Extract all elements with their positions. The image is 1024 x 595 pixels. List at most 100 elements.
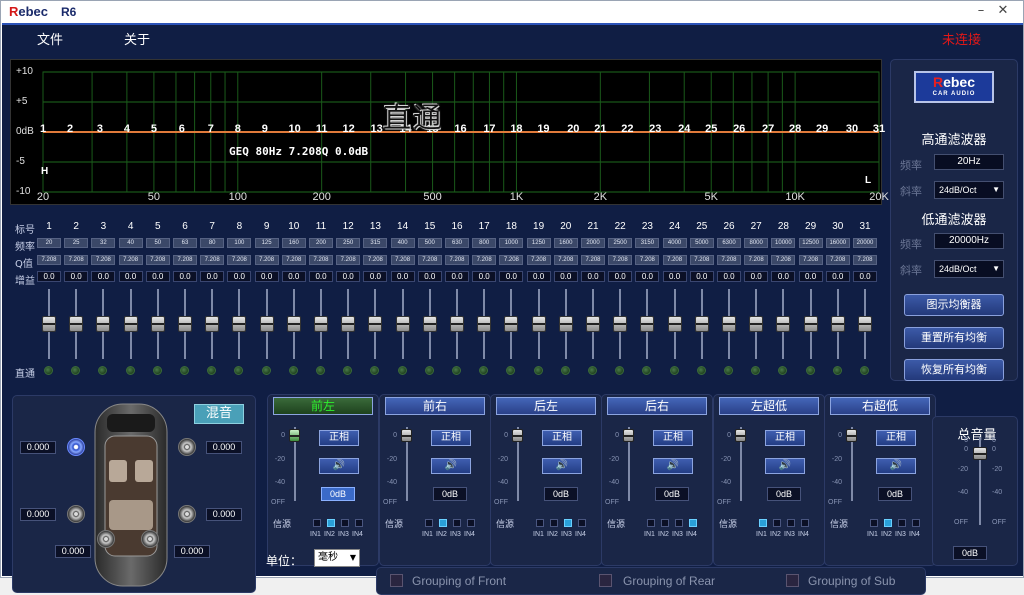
band-gain-field[interactable]: 0.0 xyxy=(608,271,633,282)
band-slider-knob[interactable] xyxy=(749,316,764,332)
input-select-checkbox[interactable] xyxy=(801,519,809,527)
channel-gain-field[interactable]: 0dB xyxy=(878,487,912,501)
band-bypass-led[interactable] xyxy=(125,366,135,375)
band-point-label[interactable]: 21 xyxy=(594,123,606,135)
band-slider-knob[interactable] xyxy=(776,316,791,332)
band-q-field[interactable]: 7.208 xyxy=(145,255,170,265)
band-bypass-led[interactable] xyxy=(98,366,108,375)
eq-curve-graph[interactable]: +10 +5 0dB -5 -10 20 50 100 200 500 1K 2K 5K 10K 20K … xyxy=(10,59,889,205)
band-gain-field[interactable]: 0.0 xyxy=(390,271,415,282)
band-gain-field[interactable]: 0.0 xyxy=(472,271,497,282)
channel-volume-knob[interactable] xyxy=(401,429,412,442)
channel-gain-field[interactable]: 0dB xyxy=(544,487,578,501)
input-select-checkbox[interactable] xyxy=(341,519,349,527)
band-slider-knob[interactable] xyxy=(150,316,165,332)
band-gain-field[interactable]: 0.0 xyxy=(336,271,361,282)
lowpass-marker[interactable]: L xyxy=(865,175,871,186)
band-freq-field[interactable]: 80 xyxy=(200,238,225,248)
band-q-field[interactable]: 7.208 xyxy=(390,255,415,265)
input-select-checkbox[interactable] xyxy=(453,519,461,527)
band-q-field[interactable]: 7.208 xyxy=(91,255,116,265)
band-slider-knob[interactable] xyxy=(259,316,274,332)
band-bypass-led[interactable] xyxy=(424,366,434,375)
speaker-icon[interactable] xyxy=(141,530,159,548)
band-slider-knob[interactable] xyxy=(586,316,600,332)
band-point-label[interactable]: 30 xyxy=(846,123,858,135)
band-gain-field[interactable]: 0.0 xyxy=(581,271,605,282)
band-q-field[interactable]: 7.208 xyxy=(445,255,469,265)
band-bypass-led[interactable] xyxy=(642,366,652,375)
lp-slope-select[interactable]: 24dB/Oct ▼ xyxy=(934,260,1004,278)
input-select-checkbox[interactable] xyxy=(564,519,572,527)
input-select-checkbox[interactable] xyxy=(661,519,669,527)
band-q-field[interactable]: 7.208 xyxy=(173,255,197,265)
band-q-field[interactable]: 7.208 xyxy=(363,255,388,265)
band-q-field[interactable]: 7.208 xyxy=(771,255,796,265)
channel-gain-field[interactable]: 0dB xyxy=(655,487,689,501)
mute-button[interactable]: 🔊 xyxy=(431,458,471,474)
band-bypass-led[interactable] xyxy=(452,366,461,375)
speaker-delay-field[interactable]: 0.000 xyxy=(174,545,210,558)
master-volume-knob[interactable] xyxy=(973,447,987,460)
input-select-checkbox[interactable] xyxy=(313,519,321,527)
mute-button[interactable]: 🔊 xyxy=(653,458,693,474)
band-bypass-led[interactable] xyxy=(479,366,489,375)
band-gain-field[interactable]: 0.0 xyxy=(91,271,116,282)
input-select-checkbox[interactable] xyxy=(327,519,335,527)
channel-title-button[interactable]: 前左 xyxy=(273,397,373,415)
band-slider-knob[interactable] xyxy=(96,316,111,332)
band-bypass-led[interactable] xyxy=(316,366,325,375)
band-bypass-led[interactable] xyxy=(288,366,298,375)
channel-volume-knob[interactable] xyxy=(289,429,300,442)
band-q-field[interactable]: 7.208 xyxy=(744,255,769,265)
speaker-icon[interactable] xyxy=(67,505,85,523)
band-q-field[interactable]: 7.208 xyxy=(798,255,823,265)
channel-volume-knob[interactable] xyxy=(735,429,746,442)
restore-all-eq-button[interactable]: 恢复所有均衡 xyxy=(904,359,1004,381)
input-select-checkbox[interactable] xyxy=(773,519,781,527)
band-bypass-led[interactable] xyxy=(669,366,679,375)
band-bypass-led[interactable] xyxy=(370,366,380,375)
band-point-label[interactable]: 1 xyxy=(40,123,46,135)
band-point-label[interactable]: 19 xyxy=(537,123,549,135)
phase-button[interactable]: 正相 xyxy=(765,430,805,446)
band-gain-field[interactable]: 0.0 xyxy=(825,271,850,282)
close-button[interactable]: ✕ xyxy=(993,3,1013,19)
band-bypass-led[interactable] xyxy=(560,366,570,375)
channel-volume-knob[interactable] xyxy=(846,429,857,442)
band-q-field[interactable]: 7.208 xyxy=(499,255,524,265)
band-q-field[interactable]: 7.208 xyxy=(336,255,361,265)
input-select-checkbox[interactable] xyxy=(884,519,892,527)
channel-title-button[interactable]: 右超低 xyxy=(830,397,930,415)
band-freq-field[interactable]: 250 xyxy=(336,238,361,248)
band-point-label[interactable]: 7 xyxy=(208,123,214,135)
band-bypass-led[interactable] xyxy=(343,366,353,375)
band-freq-field[interactable]: 3150 xyxy=(635,238,660,248)
speaker-delay-field[interactable]: 0.000 xyxy=(20,508,56,521)
input-select-checkbox[interactable] xyxy=(870,519,878,527)
hp-slope-select[interactable]: 24dB/Oct ▼ xyxy=(934,181,1004,199)
band-gain-field[interactable]: 0.0 xyxy=(64,271,89,282)
band-q-field[interactable]: 7.208 xyxy=(662,255,687,265)
band-bypass-led[interactable] xyxy=(533,366,543,375)
band-slider-knob[interactable] xyxy=(504,316,519,332)
channel-gain-field[interactable]: 0dB xyxy=(767,487,801,501)
band-slider-knob[interactable] xyxy=(286,316,301,332)
band-gain-field[interactable]: 0.0 xyxy=(145,271,170,282)
band-slider-knob[interactable] xyxy=(667,316,682,332)
band-freq-field[interactable]: 32 xyxy=(91,238,116,248)
band-point-label[interactable]: 13 xyxy=(371,123,383,135)
band-freq-field[interactable]: 160 xyxy=(281,238,306,248)
reset-all-eq-button[interactable]: 重置所有均衡 xyxy=(904,327,1004,349)
speaker-icon[interactable] xyxy=(67,438,85,456)
band-gain-field[interactable]: 0.0 xyxy=(417,271,442,282)
band-gain-field[interactable]: 0.0 xyxy=(717,271,741,282)
band-slider-knob[interactable] xyxy=(477,316,492,332)
band-gain-field[interactable]: 0.0 xyxy=(309,271,333,282)
band-bypass-led[interactable] xyxy=(71,366,81,375)
group-sub-checkbox[interactable] xyxy=(786,574,799,587)
band-point-label[interactable]: 26 xyxy=(733,123,745,135)
band-gain-field[interactable]: 0.0 xyxy=(744,271,769,282)
speaker-icon[interactable] xyxy=(178,438,196,456)
band-freq-field[interactable]: 100 xyxy=(227,238,252,248)
